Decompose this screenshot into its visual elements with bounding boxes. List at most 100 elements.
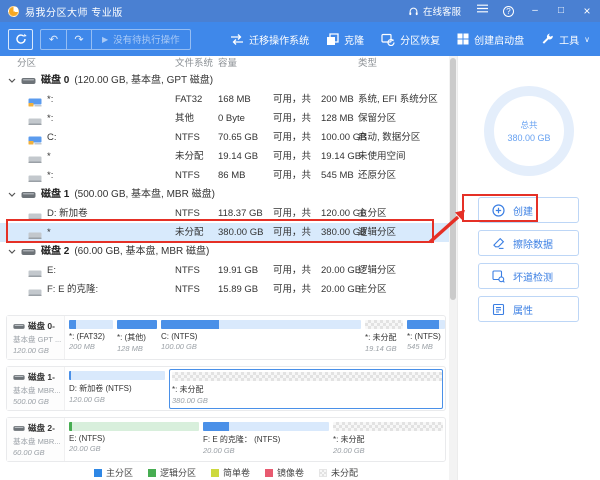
partition-fs: NTFS — [175, 132, 200, 143]
partition-total: 545 MB — [321, 170, 354, 181]
segment-label: *: (FAT32) — [69, 332, 105, 341]
refresh-button[interactable] — [8, 28, 33, 50]
erase-data-button[interactable]: 擦除数据 — [478, 230, 579, 256]
segment-label: *: (其他) — [117, 333, 146, 342]
disk0-segment-c[interactable]: C: (NTFS) 100.00 GB — [161, 320, 361, 356]
create-boot-disk-button[interactable]: 创建启动盘 — [457, 32, 524, 47]
redo-button[interactable]: ↷ — [66, 29, 91, 49]
menu-icon[interactable] — [469, 0, 495, 22]
segment-label: D: 新加卷 (NTFS) — [69, 384, 132, 393]
disk1-segment-unallocated-selected[interactable]: *: 未分配 380.00 GB — [169, 369, 443, 409]
partition-recovery-label: 分区恢复 — [400, 35, 441, 47]
usage-bar — [161, 320, 361, 329]
segment-size: 128 MB — [117, 344, 143, 353]
circle-plus-icon — [492, 203, 505, 217]
segment-size: 20.00 GB — [333, 446, 365, 455]
pending-operations-label: 没有待执行操作 — [113, 35, 180, 46]
properties-label: 属性 — [513, 305, 533, 317]
eraser-icon — [493, 237, 505, 249]
help-icon[interactable]: ? — [503, 5, 514, 17]
disk0-segment-efi[interactable]: *: (FAT32) 200 MB — [69, 320, 113, 356]
usage-bar — [407, 320, 445, 329]
partition-total: 19.14 GB — [321, 151, 362, 162]
partition-name: * — [47, 227, 51, 238]
segment-size: 200 MB — [69, 342, 95, 351]
disk2-group-header[interactable]: 磁盘 2 (60.00 GB, 基本盘, MBR 磁盘) — [0, 242, 449, 261]
partition-type: 还原分区 — [358, 170, 397, 181]
tools-button[interactable]: 工具 ∨ — [541, 32, 590, 47]
minimize-button[interactable]: – — [522, 0, 548, 22]
donut-label: 总共 — [520, 120, 538, 130]
online-service-button[interactable]: 在线客服 — [400, 4, 469, 18]
chevron-down-icon — [8, 249, 16, 254]
table-header: 分区 文件系统 容量 类型 — [0, 56, 449, 71]
col-filesystem: 文件系统 — [175, 58, 214, 69]
clone-button[interactable]: 克隆 — [326, 32, 364, 47]
operation-queue-group: ↶ ↷ ▶ 没有待执行操作 — [40, 28, 191, 50]
partition-free: 0 Byte — [218, 113, 245, 124]
segment-size: 20.00 GB — [203, 446, 235, 455]
properties-button[interactable]: 属性 — [478, 296, 579, 322]
chevron-down-icon: ∨ — [584, 34, 590, 44]
chevron-down-icon — [8, 192, 16, 197]
capacity-separator: 可用，共 — [273, 94, 312, 105]
migrate-os-button[interactable]: 迁移操作系统 — [230, 32, 309, 47]
capacity-separator: 可用，共 — [273, 265, 312, 276]
boot-disk-icon — [457, 33, 469, 45]
scrollbar-thumb[interactable] — [450, 58, 456, 300]
app-title: 易我分区大师 专业版 — [25, 7, 123, 19]
disk2-segment-unallocated[interactable]: *: 未分配 20.00 GB — [333, 422, 443, 458]
partition-fs: NTFS — [175, 284, 200, 295]
col-capacity: 容量 — [218, 58, 238, 69]
bad-sector-test-label: 坏道检测 — [513, 272, 553, 284]
disk2-info: (60.00 GB, 基本盘, MBR 磁盘) — [74, 246, 210, 257]
refresh-icon — [15, 33, 27, 44]
partition-recovery-button[interactable]: 分区恢复 — [381, 32, 440, 47]
pending-operations-button[interactable]: ▶ 没有待执行操作 — [91, 29, 190, 49]
properties-icon — [492, 303, 505, 315]
legend-primary: 主分区 — [93, 466, 133, 479]
usage-bar — [203, 422, 329, 431]
disk-icon — [21, 191, 36, 199]
disk-icon — [21, 77, 36, 85]
disk1-card-label: 磁盘 1- 基本盘 MBR... 500.00 GB — [7, 367, 65, 410]
create-label: 创建 — [513, 206, 533, 218]
segment-size: 545 MB — [407, 342, 433, 351]
disk1-segment-d[interactable]: D: 新加卷 (NTFS) 120.00 GB — [69, 371, 165, 407]
migrate-os-label: 迁移操作系统 — [249, 35, 310, 47]
disk-icon — [21, 248, 36, 256]
create-button[interactable]: 创建 — [478, 197, 579, 223]
disk1-name: 磁盘 1 — [41, 189, 70, 200]
disk1-card: 磁盘 1- 基本盘 MBR... 500.00 GB D: 新加卷 (NTFS)… — [6, 366, 446, 411]
disk-check-icon — [492, 269, 505, 283]
partition-fs: 未分配 — [175, 151, 204, 162]
disk2-map-size: 60.00 GB — [13, 448, 45, 457]
bad-sector-test-button[interactable]: 坏道检测 — [478, 263, 579, 289]
col-partition: 分区 — [17, 58, 37, 69]
disk0-info: (120.00 GB, 基本盘, GPT 磁盘) — [74, 75, 214, 86]
partition-free: 19.91 GB — [218, 265, 259, 276]
disk1-group-header[interactable]: 磁盘 1 (500.00 GB, 基本盘, MBR 磁盘) — [0, 185, 449, 204]
maximize-button[interactable]: □ — [548, 0, 574, 22]
close-button[interactable]: × — [574, 0, 600, 22]
disk0-map-name: 磁盘 0- — [28, 321, 55, 331]
undo-button[interactable]: ↶ — [41, 30, 66, 49]
disk0-group-header[interactable]: 磁盘 0 (120.00 GB, 基本盘, GPT 磁盘) — [0, 71, 449, 90]
online-service-label: 在线客服 — [422, 7, 461, 18]
partition-total: 128 MB — [321, 113, 354, 124]
disk0-segment-recovery[interactable]: *: (NTFS) 545 MB — [407, 320, 445, 356]
disk0-card-label: 磁盘 0- 基本盘 GPT ... 120.00 GB — [7, 316, 65, 359]
disk0-segment-unallocated[interactable]: *: 未分配 19.14 GB — [365, 320, 403, 356]
unallocated-bar — [365, 320, 403, 329]
segment-size: 120.00 GB — [69, 395, 105, 404]
disk0-segment-reserved[interactable]: *: (其他) 128 MB — [117, 320, 157, 356]
mirror-swatch — [265, 468, 273, 477]
disk2-segment-e[interactable]: E: (NTFS) 20.00 GB — [69, 422, 199, 458]
partition-free: 19.14 GB — [218, 151, 259, 162]
disk2-card-label: 磁盘 2- 基本盘 MBR... 60.00 GB — [7, 418, 65, 461]
partition-fs: NTFS — [175, 265, 200, 276]
wrench-icon — [542, 33, 553, 44]
disk2-segment-f[interactable]: F: E 的克隆： (NTFS) 20.00 GB — [203, 422, 329, 458]
primary-swatch — [93, 468, 102, 477]
partition-name: C: — [47, 132, 57, 143]
